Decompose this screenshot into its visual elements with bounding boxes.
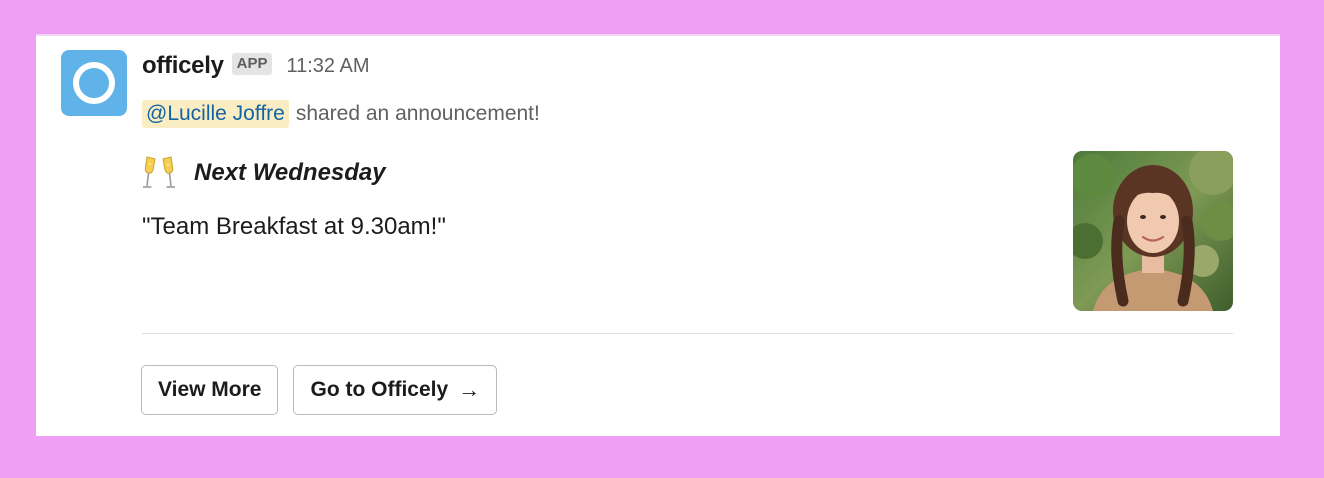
divider (142, 333, 1233, 334)
user-photo (1073, 151, 1233, 311)
arrow-right-icon: → (458, 377, 481, 402)
champagne-glasses-icon (143, 156, 175, 188)
timestamp[interactable]: 11:32 AM (286, 55, 369, 78)
ring-icon (73, 62, 115, 104)
user-mention[interactable]: @Lucille Joffre (142, 100, 289, 128)
view-more-button[interactable]: View More (141, 365, 279, 415)
announcement-title: Next Wednesday (194, 159, 386, 186)
view-more-label: View More (158, 378, 262, 401)
go-to-officely-button[interactable]: Go to Officely → (293, 365, 498, 415)
announcement-body: "Team Breakfast at 9.30am!" (142, 213, 446, 240)
announcement-title-line: Next Wednesday (142, 152, 386, 194)
app-name[interactable]: officely (142, 52, 224, 80)
app-avatar[interactable] (61, 50, 127, 116)
action-buttons: View More Go to Officely → (141, 365, 512, 415)
message-header: officely APP 11:32 AM (142, 48, 370, 84)
action-text: shared an announcement! (295, 102, 540, 125)
message-card: officely APP 11:32 AM @Lucille Joffre sh… (36, 34, 1280, 436)
app-badge: APP (231, 53, 273, 75)
mention-line: @Lucille Joffre shared an announcement! (142, 97, 540, 131)
go-to-officely-label: Go to Officely (310, 378, 449, 401)
